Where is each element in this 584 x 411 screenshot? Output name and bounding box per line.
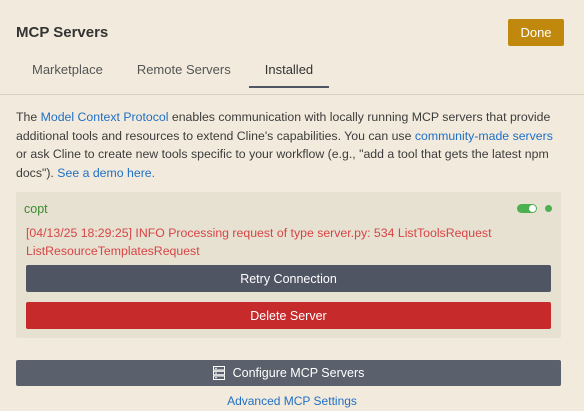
tab-remote-servers[interactable]: Remote Servers [121,56,247,86]
page-title: MCP Servers [16,24,109,41]
tab-installed[interactable]: Installed [248,56,330,88]
tab-marketplace[interactable]: Marketplace [16,56,119,86]
mcp-servers-panel: MCP Servers Done Marketplace Remote Serv… [0,0,584,411]
advanced-mcp-settings-link[interactable]: Advanced MCP Settings [0,394,584,408]
intro-description: The Model Context Protocol enables commu… [16,108,556,182]
configure-mcp-servers-button[interactable]: Configure MCP Servers [16,360,561,386]
server-card: copt [04/13/25 18:29:25] INFO Processing… [16,192,561,338]
server-name[interactable]: copt [24,202,48,216]
server-error-message: [04/13/25 18:29:25] INFO Processing requ… [26,226,492,258]
demo-link[interactable]: See a demo here. [57,166,155,180]
tab-divider [0,94,584,95]
intro-text: The [16,110,41,124]
model-context-protocol-link[interactable]: Model Context Protocol [41,110,169,124]
server-icon [212,366,225,380]
retry-connection-button[interactable]: Retry Connection [26,265,551,292]
server-enabled-toggle[interactable] [517,204,537,213]
panel-header: MCP Servers Done [16,19,564,49]
toggle-knob [529,205,536,212]
community-servers-link[interactable]: community-made servers [415,129,553,143]
tab-bar: Marketplace Remote Servers Installed [16,56,331,88]
delete-server-button[interactable]: Delete Server [26,302,551,329]
status-dot-icon [545,205,552,212]
done-button[interactable]: Done [508,19,564,46]
configure-label: Configure MCP Servers [232,366,365,380]
